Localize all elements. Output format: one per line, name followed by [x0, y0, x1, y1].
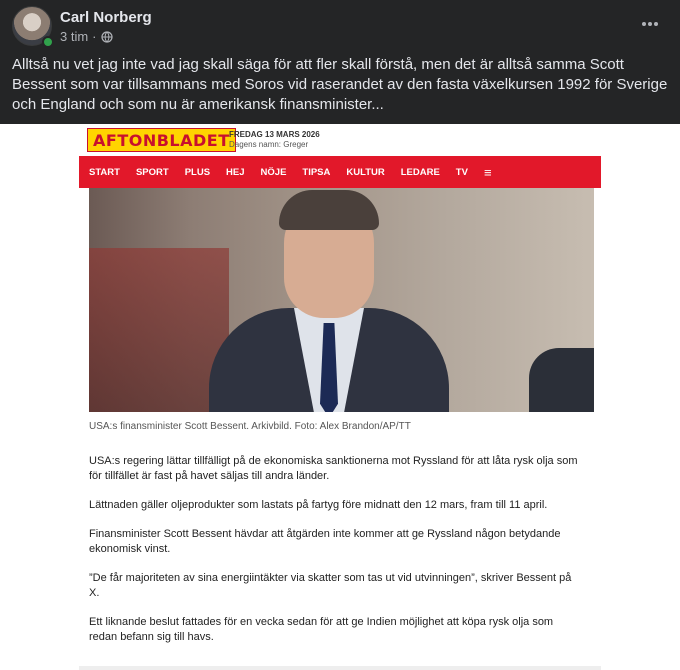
post-header: Carl Norberg 3 tim ·: [12, 6, 668, 48]
bottom-divider: [79, 666, 601, 670]
facebook-post: Carl Norberg 3 tim · Alltså nu vet jag i…: [0, 0, 680, 670]
photo-caption: USA:s finansminister Scott Bessent. Arki…: [89, 421, 411, 432]
post-meta: 3 tim ·: [60, 29, 113, 44]
article-photo: [89, 188, 594, 412]
nav-item-sport: SPORT: [135, 166, 169, 178]
online-status-icon: [42, 36, 54, 48]
nav-item-start: START: [89, 166, 120, 178]
article-paragraph: Finansminister Scott Bessent hävdar att …: [89, 528, 561, 555]
aftonbladet-logo: AFTONBLADET: [87, 128, 236, 152]
meta-separator: ·: [92, 29, 97, 44]
nav-item-noje: NÖJE: [260, 166, 287, 178]
more-horizontal-icon: [642, 22, 658, 26]
article-paragraph: Ett liknande beslut fattades för en veck…: [89, 616, 554, 643]
article-paragraph: Lättnaden gäller oljeprodukter som lasta…: [89, 499, 548, 511]
newspaper-name-day: Dagens namn: Greger: [229, 140, 309, 149]
newspaper-screenshot: AFTONBLADET FREDAG 13 MARS 2026 Dagens n…: [79, 124, 601, 670]
hamburger-menu-icon: ≡: [483, 164, 492, 180]
post-time[interactable]: 3 tim: [60, 29, 88, 44]
article-body: USA:s regering lättar tillfälligt på de …: [89, 454, 584, 659]
image-margin-right: [601, 124, 680, 670]
more-options-button[interactable]: [634, 10, 666, 38]
nav-item-plus: PLUS: [184, 166, 211, 178]
nav-item-tv: TV: [455, 166, 468, 178]
photo-background-person: [529, 348, 594, 412]
nav-item-tipsa: TIPSA: [302, 166, 331, 178]
article-paragraph: USA:s regering lättar tillfälligt på de …: [89, 455, 578, 482]
nav-item-ledare: LEDARE: [400, 166, 440, 178]
author-name[interactable]: Carl Norberg: [60, 9, 152, 26]
nav-item-kultur: KULTUR: [346, 166, 385, 178]
post-text: Alltså nu vet jag inte vad jag skall säg…: [12, 56, 668, 113]
newspaper-header: AFTONBLADET FREDAG 13 MARS 2026 Dagens n…: [79, 124, 601, 156]
newspaper-date: FREDAG 13 MARS 2026: [229, 130, 320, 139]
image-margin-left: [0, 124, 79, 670]
shared-image[interactable]: AFTONBLADET FREDAG 13 MARS 2026 Dagens n…: [0, 124, 680, 670]
photo-hair: [279, 190, 379, 230]
newspaper-nav: START SPORT PLUS HEJ NÖJE TIPSA KULTUR L…: [79, 156, 601, 188]
nav-item-hej: HEJ: [226, 166, 245, 178]
photo-background-shape: [89, 248, 229, 412]
article-paragraph: ”De får majoriteten av sina energiintäkt…: [89, 572, 572, 599]
globe-icon: [100, 30, 113, 43]
